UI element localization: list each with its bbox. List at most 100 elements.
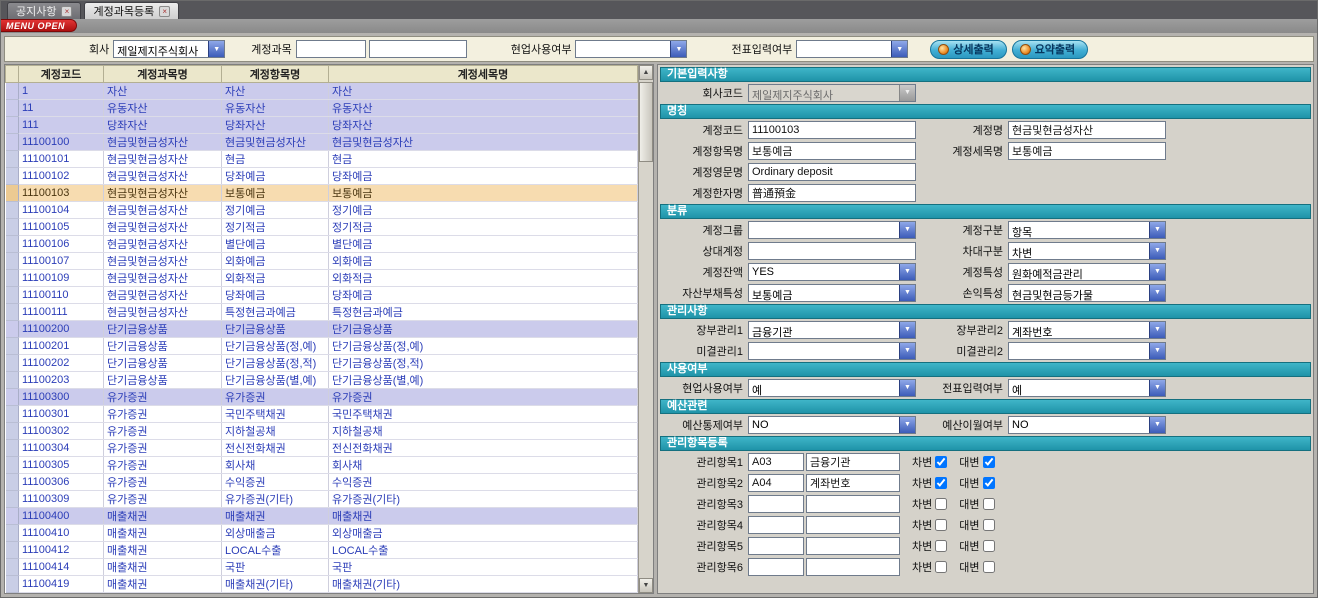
hanja-name-input[interactable] [748, 184, 916, 202]
summary-print-button[interactable]: 요약출력 [1012, 40, 1088, 59]
scrollbar-track[interactable] [639, 80, 653, 578]
table-row[interactable]: 11100302유가증권지하철공채지하철공채 [6, 423, 638, 440]
menu-open-button[interactable]: MENU OPEN [1, 19, 77, 32]
table-row[interactable]: 11100301유가증권국민주택채권국민주택채권 [6, 406, 638, 423]
table-row[interactable]: 11100201단기금융상품단기금융상품(정,예)단기금융상품(정,예) [6, 338, 638, 355]
table-row[interactable]: 11100111현금및현금성자산특정현금과예금특정현금과예금 [6, 304, 638, 321]
mgmt-item-name-input[interactable] [806, 558, 900, 576]
table-row[interactable]: 11100106현금및현금성자산별단예금별단예금 [6, 236, 638, 253]
close-icon[interactable]: × [61, 6, 72, 17]
col-header-code[interactable]: 계정코드 [19, 66, 104, 83]
table-row[interactable]: 11100202단기금융상품단기금융상품(정,적)단기금융상품(정,적) [6, 355, 638, 372]
table-row[interactable]: 11100104현금및현금성자산정기예금정기예금 [6, 202, 638, 219]
table-row[interactable]: 11100110현금및현금성자산당좌예금당좌예금 [6, 287, 638, 304]
slip-use-select[interactable]: 예 ▼ [1008, 379, 1166, 397]
account-name-label: 계정명 [922, 122, 1008, 138]
mgmt-item-code-input[interactable] [748, 558, 804, 576]
budget-carryover-select[interactable]: NO ▼ [1008, 416, 1166, 434]
debit-checkbox[interactable] [935, 561, 947, 573]
table-row[interactable]: 11100304유가증권전신전화채권전신전화채권 [6, 440, 638, 457]
field-use-detail-select[interactable]: 예 ▼ [748, 379, 916, 397]
open-mgmt2-select[interactable]: ▼ [1008, 342, 1166, 360]
mgmt-item-name-input[interactable] [806, 474, 900, 492]
mgmt-item-name-input[interactable] [806, 516, 900, 534]
credit-checkbox[interactable] [983, 477, 995, 489]
table-row[interactable]: 11100101현금및현금성자산현금현금 [6, 151, 638, 168]
company-select[interactable]: 제일제지주식회사 ▼ [113, 40, 225, 58]
field-use-select[interactable]: ▼ [575, 40, 687, 58]
table-row[interactable]: 11100200단기금융상품단기금융상품단기금융상품 [6, 321, 638, 338]
col-header-subject[interactable]: 계정과목명 [104, 66, 222, 83]
debit-checkbox[interactable] [935, 519, 947, 531]
table-row[interactable]: 11100103현금및현금성자산보통예금보통예금 [6, 185, 638, 202]
account-name-filter-input[interactable] [369, 40, 467, 58]
table-row[interactable]: 11100306유가증권수익증권수익증권 [6, 474, 638, 491]
table-row[interactable]: 11100102현금및현금성자산당좌예금당좌예금 [6, 168, 638, 185]
book-mgmt2-select[interactable]: 계좌번호 ▼ [1008, 321, 1166, 339]
account-code-input[interactable] [748, 121, 916, 139]
mgmt-item-name-input[interactable] [806, 495, 900, 513]
table-row[interactable]: 11100419매출채권매출채권(기타)매출채권(기타) [6, 576, 638, 593]
table-row[interactable]: 11100412매출채권LOCAL수출LOCAL수출 [6, 542, 638, 559]
credit-checkbox[interactable] [983, 561, 995, 573]
table-row[interactable]: 11100100현금및현금성자산현금및현금성자산현금및현금성자산 [6, 134, 638, 151]
account-code-filter-input[interactable] [296, 40, 366, 58]
mgmt-item-code-input[interactable] [748, 474, 804, 492]
debit-checkbox[interactable] [935, 540, 947, 552]
item-name-input[interactable] [748, 142, 916, 160]
mgmt-item-name-input[interactable] [806, 537, 900, 555]
counter-account-input[interactable] [748, 242, 916, 260]
cell-detail: 받을어음 [329, 593, 638, 594]
account-balance-select[interactable]: YES ▼ [748, 263, 916, 281]
mgmt-item-code-input[interactable] [748, 537, 804, 555]
account-division-select[interactable]: 항목 ▼ [1008, 221, 1166, 239]
detail-name-input[interactable] [1008, 142, 1166, 160]
table-row[interactable]: 11100400매출채권매출채권매출채권 [6, 508, 638, 525]
debit-checkbox[interactable] [935, 477, 947, 489]
mgmt-item-code-input[interactable] [748, 495, 804, 513]
table-row[interactable]: 11유동자산유동자산유동자산 [6, 100, 638, 117]
account-name-input[interactable] [1008, 121, 1166, 139]
scrollbar-thumb[interactable] [639, 82, 653, 162]
debit-credit-division-select[interactable]: 차변 ▼ [1008, 242, 1166, 260]
debit-checkbox[interactable] [935, 498, 947, 510]
table-row[interactable]: 11100109현금및현금성자산외화적금외화적금 [6, 270, 638, 287]
book-mgmt1-select[interactable]: 금융기관 ▼ [748, 321, 916, 339]
credit-checkbox[interactable] [983, 456, 995, 468]
mgmt-item-name-input[interactable] [806, 453, 900, 471]
table-row[interactable]: 11100300유가증권유가증권유가증권 [6, 389, 638, 406]
scroll-down-icon[interactable]: ▼ [639, 578, 653, 593]
account-group-select[interactable]: ▼ [748, 221, 916, 239]
table-row[interactable]: 1자산자산자산 [6, 83, 638, 100]
budget-control-select[interactable]: NO ▼ [748, 416, 916, 434]
tab-notice[interactable]: 공지사항 × [7, 2, 81, 19]
account-trait-select[interactable]: 원화예적금관리 ▼ [1008, 263, 1166, 281]
table-row[interactable]: 11100305유가증권회사채회사채 [6, 457, 638, 474]
mgmt-item-code-input[interactable] [748, 453, 804, 471]
vertical-scrollbar[interactable]: ▲ ▼ [638, 65, 653, 593]
table-row[interactable]: 11100309유가증권유가증권(기타)유가증권(기타) [6, 491, 638, 508]
open-mgmt1-select[interactable]: ▼ [748, 342, 916, 360]
table-row[interactable]: 11100414매출채권국판국판 [6, 559, 638, 576]
scroll-up-icon[interactable]: ▲ [639, 65, 653, 80]
debit-checkbox[interactable] [935, 456, 947, 468]
table-row[interactable]: 11100105현금및현금성자산정기적금정기적금 [6, 219, 638, 236]
slip-input-select[interactable]: ▼ [796, 40, 908, 58]
profit-loss-trait-select[interactable]: 현금및현금등가물 ▼ [1008, 284, 1166, 302]
asset-liability-trait-select[interactable]: 보통예금 ▼ [748, 284, 916, 302]
credit-checkbox[interactable] [983, 498, 995, 510]
close-icon[interactable]: × [159, 6, 170, 17]
table-row[interactable]: 11100420매출채권받을어음받을어음 [6, 593, 638, 594]
eng-name-input[interactable] [748, 163, 916, 181]
table-row[interactable]: 11100107현금및현금성자산외화예금외화예금 [6, 253, 638, 270]
credit-checkbox[interactable] [983, 540, 995, 552]
table-row[interactable]: 11100410매출채권외상매출금외상매출금 [6, 525, 638, 542]
mgmt-item-code-input[interactable] [748, 516, 804, 534]
credit-checkbox[interactable] [983, 519, 995, 531]
detail-print-button[interactable]: 상세출력 [930, 40, 1006, 59]
table-row[interactable]: 11100203단기금융상품단기금융상품(별,예)단기금융상품(별,예) [6, 372, 638, 389]
tab-account-registration[interactable]: 계정과목등록 × [84, 2, 179, 19]
table-row[interactable]: 111당좌자산당좌자산당좌자산 [6, 117, 638, 134]
col-header-item[interactable]: 계정항목명 [222, 66, 329, 83]
col-header-detail[interactable]: 계정세목명 [329, 66, 638, 83]
